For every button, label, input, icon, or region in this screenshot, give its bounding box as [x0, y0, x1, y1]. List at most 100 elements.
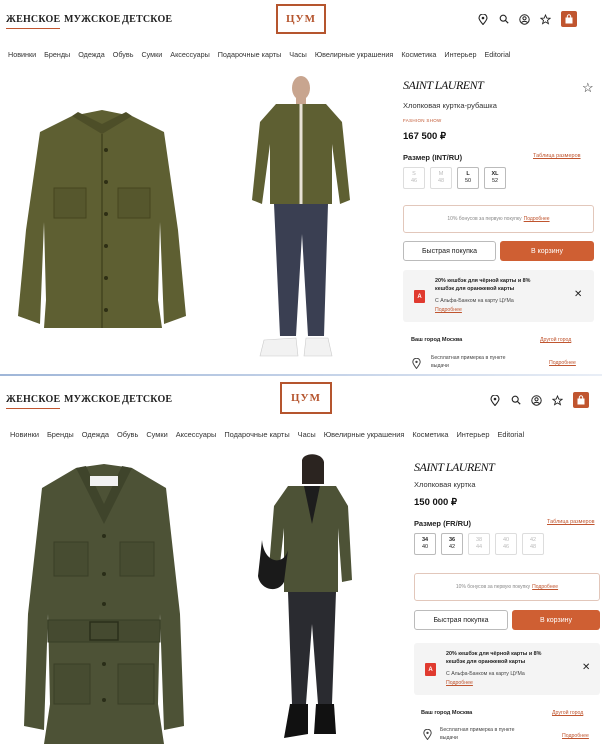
category-item[interactable]: Обувь — [113, 50, 134, 59]
product-price: 150 000 ₽ — [414, 497, 458, 508]
star-icon[interactable] — [540, 13, 551, 25]
screen-2: ЖЕНСКОЕ МУЖСКОЕ ДЕТСКОЕ ЦУМ Новинки Брен… — [0, 376, 602, 747]
nav-men[interactable]: МУЖСКОЕ — [64, 14, 121, 25]
category-item[interactable]: Подарочные карты — [218, 50, 282, 59]
promo-more-link[interactable]: Подробнее — [435, 307, 462, 313]
other-city-link[interactable]: Другой город — [540, 337, 571, 343]
size-table-link[interactable]: Таблица размеров — [533, 153, 581, 159]
category-item[interactable]: Часы — [298, 430, 316, 439]
size-option: 42 48 — [522, 533, 544, 555]
product-image-front[interactable] — [18, 464, 190, 746]
nav-men[interactable]: МУЖСКОЕ — [64, 394, 121, 405]
quick-buy-button[interactable]: Быстрая покупка — [414, 610, 508, 630]
fitting-text-1: Бесплатная примерка в пункте — [431, 355, 506, 361]
quick-buy-button[interactable]: Быстрая покупка — [403, 241, 496, 261]
category-item[interactable]: Бренды — [47, 430, 74, 439]
size-table-link[interactable]: Таблица размеров — [547, 519, 595, 525]
close-icon[interactable]: ✕ — [582, 662, 590, 673]
logo[interactable]: ЦУМ — [280, 382, 332, 414]
nav-women[interactable]: ЖЕНСКОЕ — [6, 394, 61, 409]
size-label: Размер (FR/RU) — [414, 519, 472, 528]
category-item[interactable]: Одежда — [82, 430, 109, 439]
promo-line-2: кешбэк для оранжевой карты — [435, 286, 515, 292]
bonus-more-link[interactable]: Подробнее — [532, 584, 558, 590]
brand-name[interactable]: SAINT LAURENT — [414, 460, 495, 475]
size-selector: 34 40 36 42 38 44 40 46 42 48 — [414, 533, 544, 555]
product-image-model[interactable] — [246, 74, 356, 364]
city-label: Ваш город Москва — [411, 337, 463, 343]
category-item[interactable]: Editorial — [497, 430, 524, 439]
fitting-text-2: выдачи — [440, 735, 458, 741]
category-item[interactable]: Аксессуары — [170, 50, 209, 59]
promo-line-1: 20% кешбэк для чёрной карты и 8% — [446, 651, 542, 657]
bag-icon[interactable] — [561, 11, 577, 27]
fitting-text-2: выдачи — [431, 363, 449, 369]
category-item[interactable]: Обувь — [117, 430, 138, 439]
star-icon[interactable]: ☆ — [582, 80, 594, 96]
pin-icon — [423, 729, 432, 740]
profile-icon[interactable] — [531, 394, 542, 406]
product-title: Хлопковая куртка-рубашка — [403, 101, 497, 110]
close-icon[interactable]: ✕ — [574, 289, 582, 300]
fashion-show-badge: FASHION SHOW — [403, 118, 442, 123]
logo[interactable]: ЦУМ — [276, 4, 326, 34]
alfa-promo: А 20% кешбэк для чёрной карты и 8% кешбэ… — [403, 270, 594, 322]
category-item[interactable]: Интерьер — [456, 430, 489, 439]
category-item[interactable]: Часы — [289, 50, 307, 59]
category-item[interactable]: Косметика — [412, 430, 448, 439]
category-item[interactable]: Бренды — [44, 50, 70, 59]
screen-1: ЖЕНСКОЕ МУЖСКОЕ ДЕТСКОЕ ЦУМ Новинки Брен… — [0, 0, 602, 376]
bag-icon[interactable] — [573, 392, 589, 408]
category-item[interactable]: Подарочные карты — [224, 430, 289, 439]
promo-line-1: 20% кешбэк для чёрной карты и 8% — [435, 278, 531, 284]
size-option[interactable]: XL 52 — [484, 167, 506, 189]
category-item[interactable]: Новинки — [8, 50, 36, 59]
alfa-bank-logo: А — [425, 663, 436, 676]
nav-kids[interactable]: ДЕТСКОЕ — [122, 394, 172, 405]
category-item[interactable]: Интерьер — [444, 50, 476, 59]
other-city-link[interactable]: Другой город — [552, 710, 583, 716]
size-label: Размер (INT/RU) — [403, 153, 463, 162]
product-image-front[interactable] — [14, 110, 190, 332]
fitting-more-link[interactable]: Подробнее — [549, 360, 576, 366]
location-icon[interactable] — [489, 394, 500, 406]
profile-icon[interactable] — [519, 13, 530, 25]
search-icon[interactable] — [510, 395, 521, 406]
category-item[interactable]: Одежда — [78, 50, 105, 59]
category-item[interactable]: Editorial — [485, 50, 511, 59]
category-item[interactable]: Косметика — [401, 50, 436, 59]
promo-line-3: С Альфа-Банком на карту ЦУМа — [435, 298, 514, 304]
product-price: 167 500 ₽ — [403, 131, 447, 142]
search-icon[interactable] — [498, 14, 509, 25]
category-item[interactable]: Аксессуары — [176, 430, 217, 439]
fitting-more-link[interactable]: Подробнее — [562, 733, 589, 739]
size-option: S 46 — [403, 167, 425, 189]
pin-icon — [412, 358, 421, 369]
size-selector: S 46 M 48 L 50 XL 52 — [403, 167, 506, 189]
location-icon[interactable] — [477, 13, 488, 25]
nav-women[interactable]: ЖЕНСКОЕ — [6, 14, 61, 29]
promo-more-link[interactable]: Подробнее — [446, 680, 473, 686]
product-image-model[interactable] — [254, 454, 364, 746]
brand-name[interactable]: SAINT LAURENT — [403, 78, 484, 93]
size-option[interactable]: L 50 — [457, 167, 479, 189]
category-item[interactable]: Сумки — [146, 430, 167, 439]
product-title: Хлопковая куртка — [414, 480, 476, 489]
category-menu: Новинки Бренды Одежда Обувь Сумки Аксесс… — [0, 430, 602, 439]
category-item[interactable]: Ювелирные украшения — [315, 50, 393, 59]
size-option[interactable]: 36 42 — [441, 533, 463, 555]
header-icons — [477, 11, 577, 27]
add-to-cart-button[interactable]: В корзину — [500, 241, 594, 261]
bonus-banner: 10% бонусов за первую покупку Подробнее — [403, 205, 594, 233]
alfa-promo: А 20% кешбэк для чёрной карты и 8% кешбэ… — [414, 643, 600, 695]
bonus-more-link[interactable]: Подробнее — [524, 216, 550, 222]
promo-line-3: С Альфа-Банком на карту ЦУМа — [446, 671, 525, 677]
fitting-text-1: Бесплатная примерка в пункте — [440, 727, 515, 733]
nav-kids[interactable]: ДЕТСКОЕ — [122, 14, 172, 25]
category-item[interactable]: Сумки — [141, 50, 162, 59]
size-option[interactable]: 34 40 — [414, 533, 436, 555]
category-item[interactable]: Ювелирные украшения — [324, 430, 405, 439]
add-to-cart-button[interactable]: В корзину — [512, 610, 600, 630]
category-item[interactable]: Новинки — [10, 430, 39, 439]
star-icon[interactable] — [552, 394, 563, 406]
